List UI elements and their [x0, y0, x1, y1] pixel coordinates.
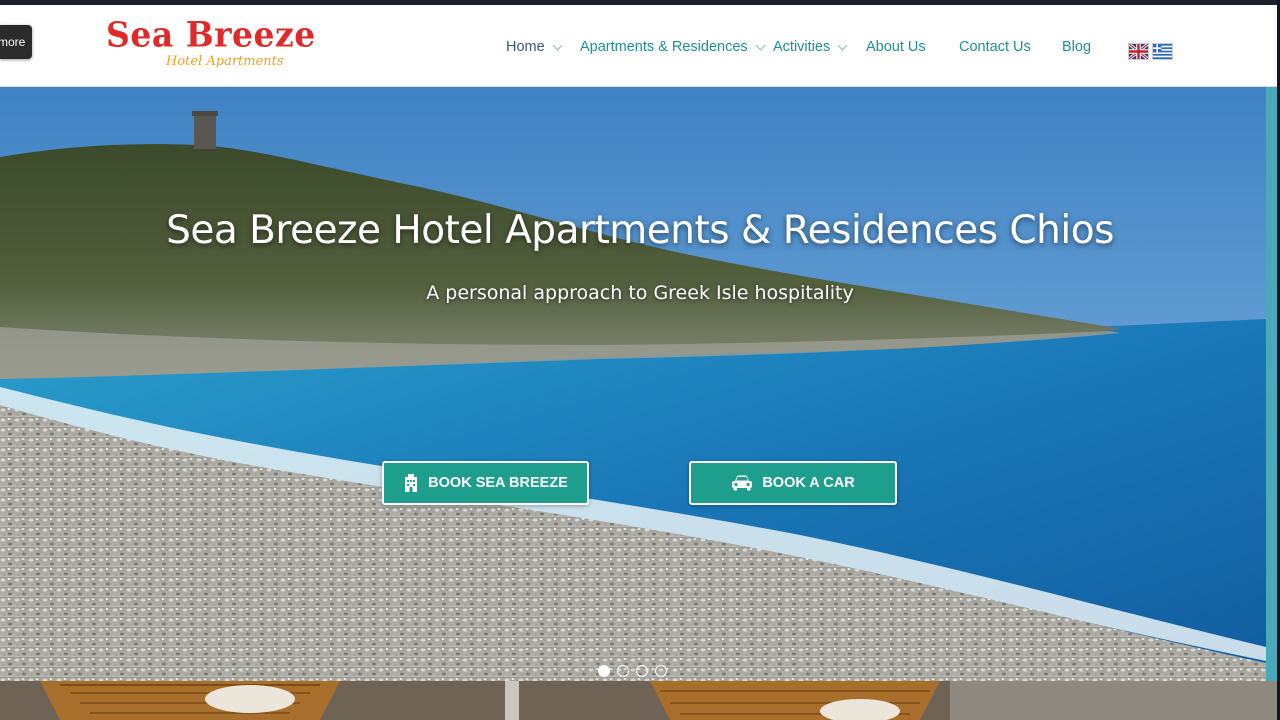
- slide-dot-4[interactable]: [655, 665, 667, 677]
- nav-item-label: Home: [506, 39, 545, 55]
- book-sea-breeze-button[interactable]: BOOK SEA BREEZE: [382, 461, 589, 505]
- terrace-image: [0, 681, 1277, 720]
- slider-dots: [598, 665, 667, 677]
- slide-dot-3[interactable]: [636, 665, 648, 677]
- book-sea-breeze-label: BOOK SEA BREEZE: [428, 475, 568, 491]
- site-logo[interactable]: Sea Breeze Hotel Apartments: [106, 14, 315, 77]
- hero-subtitle: A personal approach to Greek Isle hospit…: [426, 282, 854, 304]
- nav-item-contact[interactable]: Contact Us: [959, 37, 1031, 57]
- next-section-preview: [0, 681, 1277, 720]
- slide-dot-2[interactable]: [617, 665, 629, 677]
- book-a-car-label: BOOK A CAR: [762, 475, 855, 491]
- chevron-down-icon: [755, 40, 766, 50]
- book-a-car-button[interactable]: BOOK A CAR: [689, 461, 897, 505]
- nav-item-label: About Us: [866, 39, 926, 55]
- building-icon: [403, 474, 419, 492]
- car-icon: [731, 475, 753, 491]
- site-header: more Sea Breeze Hotel Apartments Home Ap…: [0, 5, 1280, 87]
- slide-dot-1[interactable]: [598, 665, 610, 677]
- nav-item-label: Contact Us: [959, 39, 1031, 55]
- more-tab[interactable]: more: [0, 25, 32, 59]
- hero-slider: Sea Breeze Hotel Apartments & Residences…: [0, 87, 1266, 681]
- nav-item-label: Blog: [1062, 39, 1092, 55]
- nav-item-activities[interactable]: Activities: [773, 37, 848, 57]
- beach-scene-image: [0, 87, 1266, 681]
- chevron-down-icon: [837, 40, 848, 50]
- logo-main-text: Sea Breeze: [106, 14, 316, 55]
- flag-greece-icon[interactable]: [1152, 43, 1173, 60]
- nav-item-label: Apartments & Residences: [580, 39, 748, 55]
- nav-item-home[interactable]: Home: [506, 37, 563, 57]
- nav-item-about[interactable]: About Us: [866, 37, 926, 57]
- nav-item-apartments[interactable]: Apartments & Residences: [580, 37, 766, 57]
- flag-uk-icon[interactable]: [1128, 43, 1149, 60]
- chevron-down-icon: [552, 40, 563, 50]
- hero-title: Sea Breeze Hotel Apartments & Residences…: [166, 208, 1114, 253]
- nav-item-label: Activities: [773, 39, 831, 55]
- nav-item-blog[interactable]: Blog: [1062, 37, 1091, 57]
- logo-sub-text: Hotel Apartments: [166, 54, 284, 69]
